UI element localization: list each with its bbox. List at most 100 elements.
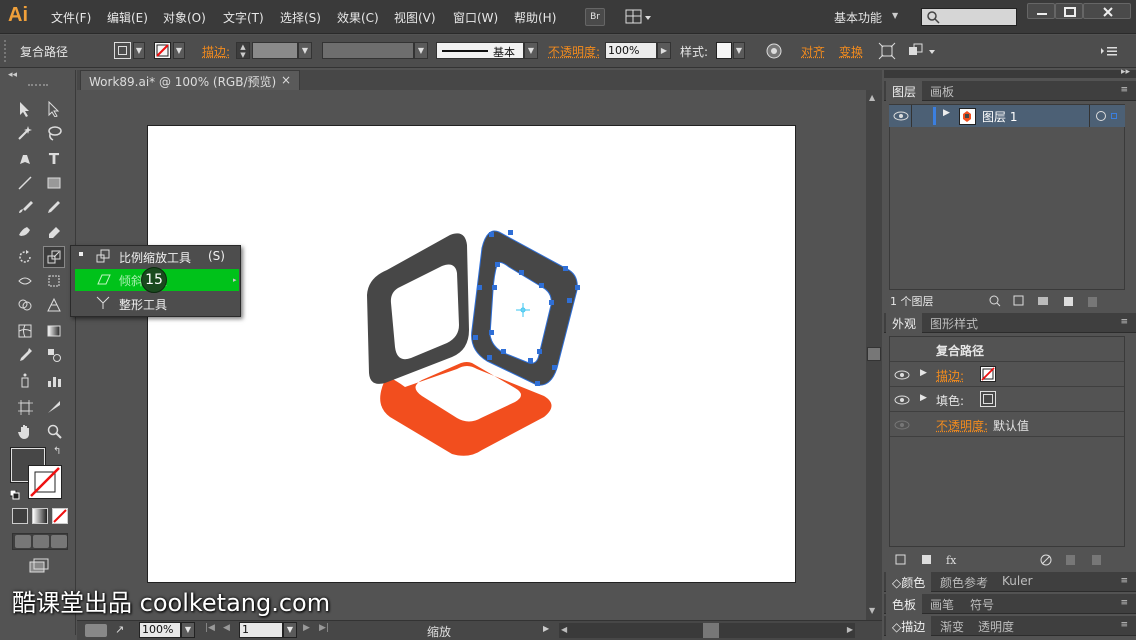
stroke-swatch[interactable]	[154, 42, 171, 59]
layers-panel-menu-icon[interactable]: ≡	[1120, 85, 1128, 95]
appearance-panel-menu-icon[interactable]: ≡	[1120, 317, 1128, 327]
type-tool[interactable]: T	[43, 148, 65, 170]
last-artboard-icon[interactable]: ▶|	[319, 623, 329, 633]
free-transform-tool[interactable]	[43, 270, 65, 292]
transform-link[interactable]: 变换	[839, 43, 863, 60]
appearance-fill-row[interactable]: ▶ 填色:	[890, 388, 1124, 412]
selection-tool[interactable]	[14, 98, 36, 120]
style-dropdown[interactable]: ▼	[733, 42, 745, 59]
direct-selection-tool[interactable]	[43, 98, 65, 120]
lasso-tool[interactable]	[43, 122, 65, 144]
stroke-panel-menu-icon[interactable]: ≡	[1120, 620, 1128, 630]
tab-swatches[interactable]: 色板	[886, 594, 923, 614]
pen-tool[interactable]	[14, 148, 36, 170]
opacity-dropdown[interactable]: ▶	[657, 42, 671, 59]
horizontal-scrollbar[interactable]: ◀ ▶	[559, 623, 855, 638]
flyout-scale-tool[interactable]: 比例缩放工具 (S)	[75, 246, 239, 268]
profile-dropdown[interactable]: ▼	[414, 42, 428, 59]
close-window-button[interactable]	[1083, 3, 1131, 19]
control-bar-grip[interactable]	[4, 40, 8, 62]
arrange-documents-button[interactable]	[625, 8, 653, 26]
graphic-style-swatch[interactable]	[716, 42, 732, 59]
opacity-input[interactable]: 100%	[605, 42, 657, 59]
brush-definition[interactable]: 基本	[436, 42, 524, 59]
tab-appearance[interactable]: 外观	[886, 313, 923, 333]
appearance-stroke-label[interactable]: 描边:	[936, 367, 964, 384]
tab-kuler[interactable]: Kuler	[996, 572, 1039, 592]
fill-swatch[interactable]	[114, 42, 131, 59]
menu-effect[interactable]: 效果(C)	[337, 9, 379, 26]
column-graph-tool[interactable]	[43, 370, 65, 392]
gradient-mode-button[interactable]	[32, 508, 48, 524]
menu-help[interactable]: 帮助(H)	[514, 9, 556, 26]
menu-select[interactable]: 选择(S)	[280, 9, 321, 26]
status-icon[interactable]	[85, 624, 107, 637]
screen-mode-button[interactable]	[28, 558, 50, 574]
symbol-sprayer-tool[interactable]	[14, 370, 36, 392]
flyout-reshape-tool[interactable]: 整形工具	[75, 293, 239, 315]
scroll-right-icon[interactable]: ▶	[847, 625, 853, 634]
draw-inside-icon[interactable]	[51, 535, 67, 548]
magic-wand-tool[interactable]	[14, 122, 36, 144]
scale-tool[interactable]	[43, 246, 65, 268]
prev-artboard-icon[interactable]: ◀	[223, 623, 230, 633]
tab-brushes[interactable]: 画笔	[924, 594, 960, 614]
stroke-weight-stepper[interactable]: ▲ ▼	[236, 42, 250, 59]
horizontal-scroll-thumb[interactable]	[703, 623, 719, 638]
menu-edit[interactable]: 编辑(E)	[107, 9, 148, 26]
tools-grip[interactable]	[28, 84, 48, 88]
tab-graphic-styles[interactable]: 图形样式	[924, 313, 984, 333]
line-segment-tool[interactable]	[14, 172, 36, 194]
layer-expand-icon[interactable]: ▶	[943, 108, 950, 118]
tools-collapse-icon[interactable]: ◂◂	[8, 70, 17, 80]
minimize-button[interactable]	[1027, 3, 1055, 19]
variable-width-profile[interactable]	[322, 42, 414, 59]
appearance-stroke-row[interactable]: ▶ 描边:	[890, 363, 1124, 387]
menu-object[interactable]: 对象(O)	[163, 9, 206, 26]
menu-type[interactable]: 文字(T)	[223, 9, 264, 26]
swap-colors-icon[interactable]: ↰	[53, 446, 61, 457]
dock-expand-icon[interactable]: ▸▸	[1121, 67, 1130, 77]
tab-transparency[interactable]: 透明度	[972, 616, 1020, 636]
fill-expand-icon[interactable]: ▶	[920, 393, 927, 403]
tab-color-guide[interactable]: 颜色参考	[934, 572, 994, 592]
opacity-label[interactable]: 不透明度:	[548, 43, 600, 60]
layer-row[interactable]: ▶ 图层 1	[889, 105, 1125, 127]
document-tab[interactable]: Work89.ai* @ 100% (RGB/预览) ×	[80, 70, 300, 90]
default-colors-icon[interactable]	[9, 489, 20, 500]
zoom-dropdown[interactable]: ▼	[181, 622, 195, 638]
isolate-button[interactable]	[878, 42, 896, 60]
pencil-tool[interactable]	[43, 196, 65, 218]
artboard-dropdown[interactable]: ▼	[283, 622, 297, 638]
brush-dropdown[interactable]: ▼	[524, 42, 538, 59]
vertical-scrollbar[interactable]: ▲ ▼	[866, 90, 882, 620]
vertical-scroll-thumb[interactable]	[867, 347, 881, 361]
close-tab-icon[interactable]: ×	[281, 73, 291, 87]
fill-dropdown-arrow[interactable]: ▼	[133, 42, 145, 59]
flyout-shear-tool[interactable]: 倾斜工具 15	[75, 267, 239, 293]
tab-stroke[interactable]: ◇描边	[886, 616, 932, 636]
tab-artboards[interactable]: 画板	[924, 81, 960, 101]
slice-tool[interactable]	[43, 396, 65, 418]
workspace-switcher[interactable]: 基本功能	[834, 9, 882, 26]
stroke-weight-dropdown[interactable]: ▼	[298, 42, 312, 59]
stroke-label[interactable]: 描边:	[202, 43, 230, 60]
stroke-weight-input[interactable]	[252, 42, 298, 59]
tab-symbols[interactable]: 符号	[964, 594, 1000, 614]
stroke-color-box[interactable]	[28, 465, 62, 499]
selection-square-icon[interactable]	[1111, 113, 1117, 119]
next-artboard-icon[interactable]: ▶	[303, 623, 310, 633]
tab-layers[interactable]: 图层	[886, 81, 923, 101]
recolor-artwork-button[interactable]	[765, 42, 783, 60]
scroll-up-icon[interactable]: ▲	[869, 93, 875, 102]
appearance-opacity-row[interactable]: 不透明度: 默认值	[890, 413, 1124, 437]
none-mode-button[interactable]	[52, 508, 68, 524]
menu-file[interactable]: 文件(F)	[51, 9, 91, 26]
width-tool[interactable]	[14, 270, 36, 292]
artboard-number-input[interactable]: 1	[239, 622, 283, 638]
bridge-button[interactable]: Br	[585, 8, 605, 26]
zoom-input[interactable]: 100%	[139, 622, 181, 638]
scroll-down-icon[interactable]: ▼	[869, 606, 875, 615]
visibility-eye-icon[interactable]	[894, 368, 910, 382]
draw-behind-icon[interactable]	[33, 535, 49, 548]
